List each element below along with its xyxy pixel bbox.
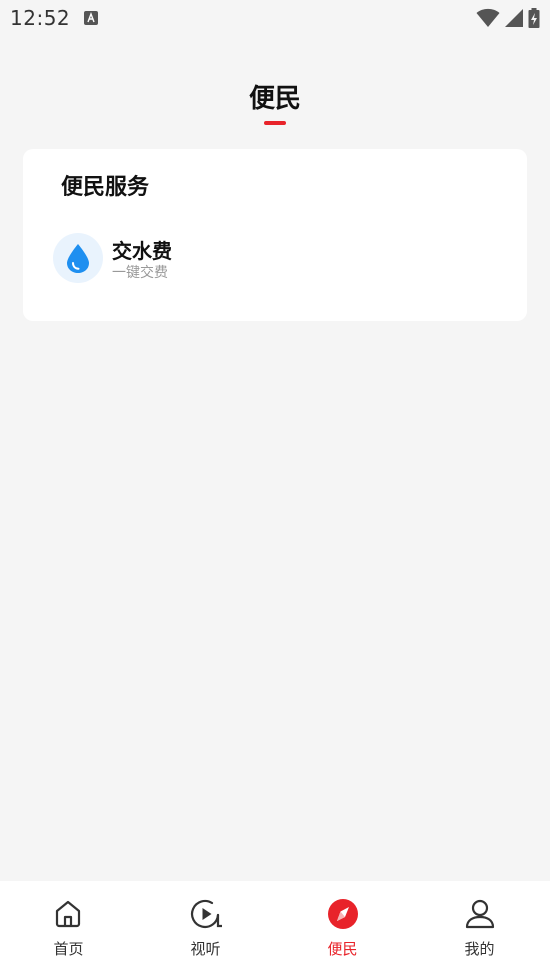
nav-item-home[interactable]: 首页: [0, 881, 137, 979]
water-drop-icon: [67, 244, 89, 273]
signal-icon: [505, 9, 523, 27]
nav-item-media[interactable]: 视听: [137, 881, 274, 979]
nav-item-mine[interactable]: 我的: [411, 881, 548, 979]
status-bar: 12:52: [0, 0, 550, 36]
status-time: 12:52: [10, 6, 71, 30]
nav-label-media: 视听: [190, 940, 221, 958]
notification-a-icon: [84, 11, 98, 25]
card-title: 便民服务: [61, 175, 150, 200]
home-icon: [55, 900, 81, 928]
title-underline: [264, 121, 286, 125]
service-item-water-fee[interactable]: 交水费 一键交费: [53, 233, 253, 285]
wifi-icon: [476, 8, 500, 27]
bottom-nav: 首页 视听 便民 我的: [0, 881, 550, 979]
person-icon: [465, 899, 495, 929]
service-card: 便民服务 交水费 一键交费: [23, 149, 527, 321]
nav-item-services[interactable]: 便民: [274, 881, 411, 979]
service-icon-bg: [53, 233, 103, 283]
nav-label-services: 便民: [327, 940, 358, 958]
page-title: 便民: [248, 84, 301, 114]
play-circle-icon: [191, 899, 222, 929]
nav-label-mine: 我的: [464, 940, 495, 958]
status-icons: [476, 8, 540, 28]
battery-icon: [528, 8, 540, 28]
service-desc: 一键交费: [112, 265, 168, 281]
service-name: 交水费: [112, 239, 172, 263]
compass-icon: [328, 899, 358, 929]
nav-label-home: 首页: [53, 940, 84, 958]
screen: 12:52 便民 便民服务 交水费 一键交费 首页 视听 便民 我的: [0, 0, 550, 979]
